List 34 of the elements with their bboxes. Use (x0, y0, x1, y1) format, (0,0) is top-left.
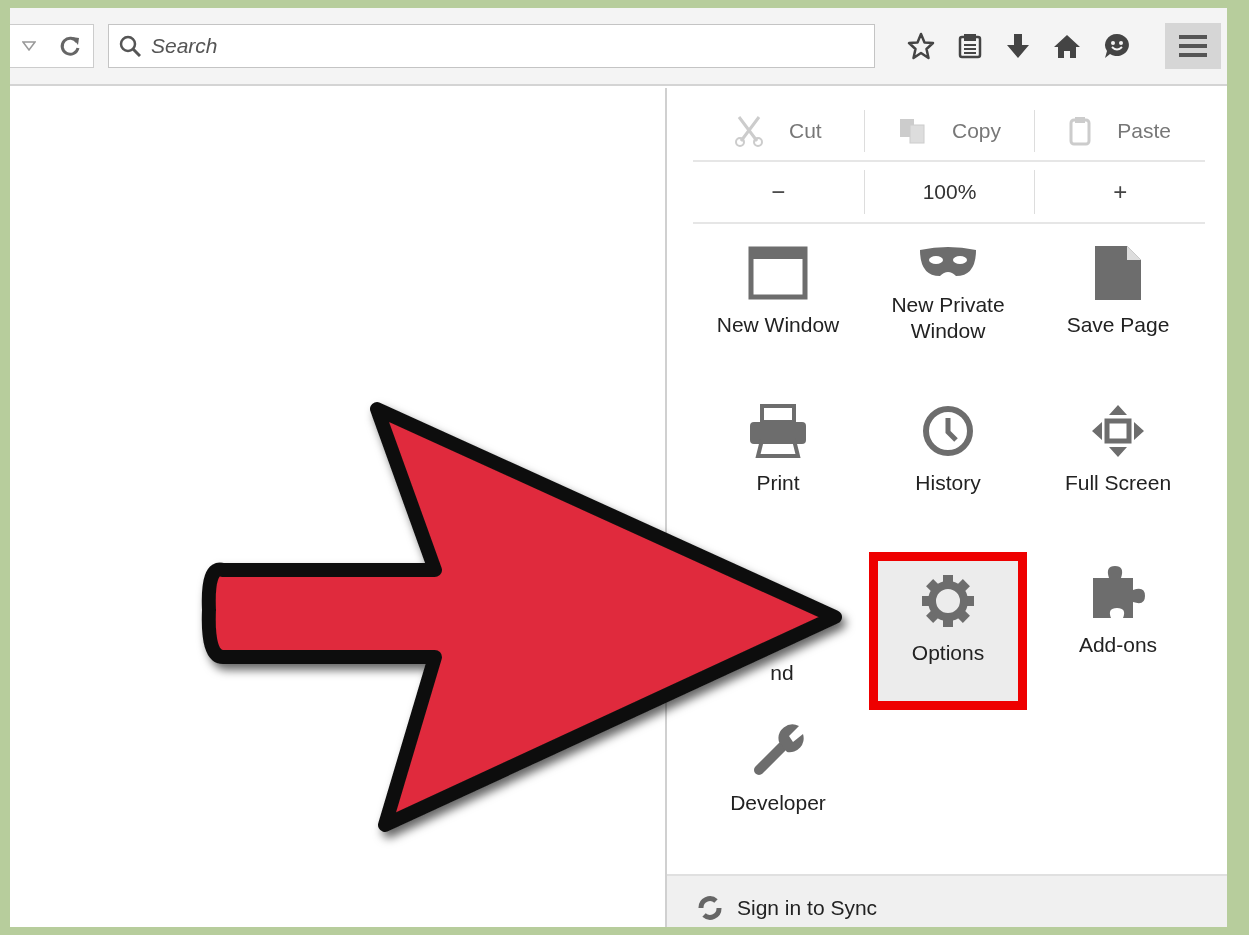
menu-item[interactable]: New Private Window (867, 242, 1029, 346)
edit-button[interactable]: Paste (1034, 110, 1205, 152)
fullscreen-icon (1091, 404, 1145, 458)
menu-item[interactable]: Developer (724, 716, 832, 818)
settings-icon (921, 574, 975, 628)
menu-item[interactable]: History (909, 400, 987, 498)
menu-item[interactable]: Options (869, 552, 1027, 710)
menu-button[interactable] (1165, 23, 1221, 69)
reload-icon[interactable] (59, 35, 82, 57)
menu-item[interactable]: Add-ons (1072, 558, 1164, 660)
edit-button[interactable]: Copy (863, 110, 1035, 152)
zoom-in-button[interactable]: + (1034, 170, 1205, 214)
sign-in-button[interactable]: Sign in to Sync (697, 895, 878, 921)
printer-icon (748, 404, 808, 458)
menu-item[interactable]: Print (742, 400, 814, 498)
menu-item[interactable]: nd (756, 656, 800, 688)
search-icon (119, 35, 141, 57)
search-field[interactable]: Search (108, 24, 875, 68)
copy-icon (897, 117, 926, 145)
menu-item[interactable]: Full Screen (1058, 400, 1178, 498)
zoom-out-button[interactable]: − (693, 170, 864, 214)
menu-item[interactable]: Save Page (1060, 242, 1176, 340)
menu-item[interactable]: New Window (710, 242, 846, 340)
clock-icon (921, 404, 975, 458)
dropdown-icon[interactable] (21, 41, 36, 51)
menu-icon (1178, 34, 1208, 58)
zoom-level: 100% (863, 170, 1035, 214)
scissors-icon (735, 115, 763, 147)
window-icon (748, 246, 808, 300)
edit-button[interactable]: Cut (693, 110, 864, 152)
search-input[interactable]: Search (149, 33, 864, 59)
clipboard-icon (1069, 116, 1092, 146)
sync-icon (697, 895, 723, 921)
page-icon (1095, 246, 1141, 300)
